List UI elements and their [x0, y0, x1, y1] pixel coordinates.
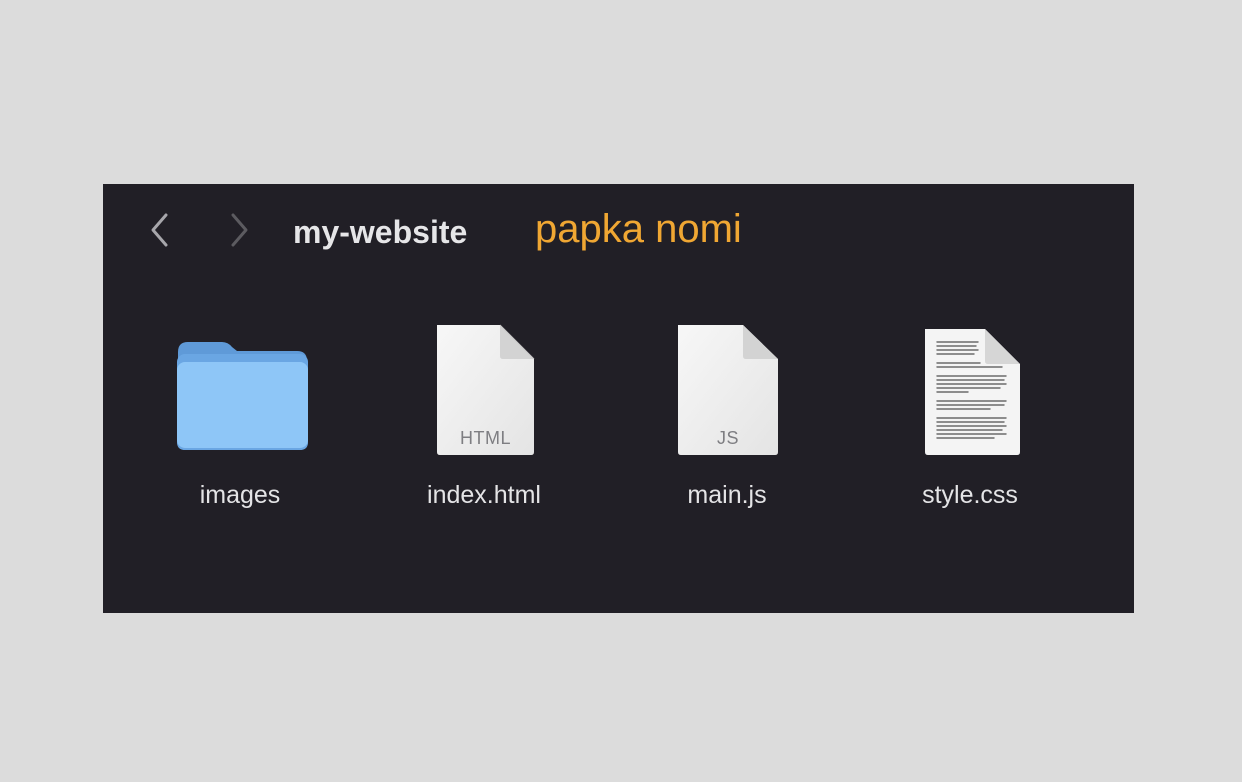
file-item-index-html[interactable]: HTML index.html — [384, 314, 584, 514]
file-name-label: index.html — [427, 481, 541, 509]
file-item-main-js[interactable]: JS main.js — [627, 314, 827, 514]
folder-icon — [140, 314, 340, 459]
html-file-icon: HTML — [384, 314, 584, 459]
window-toolbar: my-website papka nomi — [103, 184, 1134, 280]
window-title: my-website — [293, 214, 468, 250]
css-file-icon — [870, 314, 1070, 459]
chevron-right-icon — [231, 213, 248, 247]
chevron-left-icon — [151, 213, 168, 247]
file-item-images[interactable]: images — [140, 314, 340, 514]
file-name-label: images — [199, 481, 281, 509]
js-file-icon: JS — [627, 314, 827, 459]
file-grid: images HTML index.html JS main.js style.… — [103, 314, 1134, 514]
file-item-style-css[interactable]: style.css — [870, 314, 1070, 514]
file-type-badge: HTML — [460, 428, 511, 448]
file-type-badge: JS — [716, 428, 739, 448]
forward-button[interactable] — [219, 210, 259, 250]
back-button[interactable] — [140, 210, 180, 250]
finder-window: my-website papka nomi images HTML index.… — [103, 184, 1134, 613]
folder-name-annotation: papka nomi — [535, 207, 742, 251]
file-name-label: main.js — [687, 481, 767, 509]
file-name-label: style.css — [922, 481, 1018, 509]
